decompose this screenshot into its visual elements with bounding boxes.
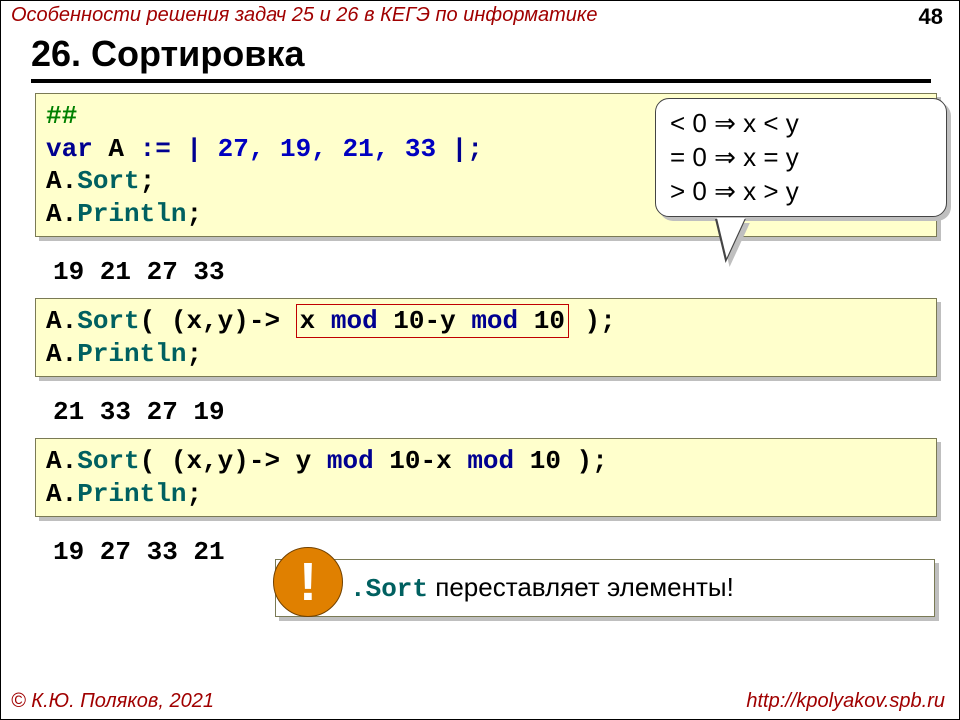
footer-copyright: © К.Ю. Поляков, 2021 (11, 690, 214, 713)
code-text: A. (46, 446, 77, 476)
code-text: A. (46, 306, 77, 336)
footer-url: http://kpolyakov.spb.ru (746, 690, 945, 713)
page-number: 48 (919, 4, 943, 30)
code-text: ; (186, 339, 202, 369)
heading-rule (31, 79, 931, 83)
output-1: 19 21 27 33 (53, 257, 225, 287)
code-text: A. (46, 199, 77, 229)
code-text: Sort (77, 306, 139, 336)
kw-mod: mod (467, 446, 514, 476)
kw-mod: mod (331, 306, 378, 336)
code-text: ## (46, 101, 77, 131)
code-text: ( (x,y)-> (140, 306, 296, 336)
code-text: ; (140, 166, 156, 196)
code-text: ; (186, 199, 202, 229)
kw-mod: mod (327, 446, 374, 476)
kw-var: var (46, 134, 93, 164)
highlight-box: x mod 10-y mod 10 (296, 304, 569, 338)
callout-row: = 0 (670, 142, 714, 172)
output-3: 19 27 33 21 (53, 537, 225, 567)
course-subtitle: Особенности решения задач 25 и 26 в КЕГЭ… (11, 4, 597, 27)
code-text: x (300, 306, 331, 336)
note-code: .Sort (350, 574, 428, 604)
exclamation-icon: ! (273, 547, 343, 617)
note-box: ! .Sort переставляет элементы! (275, 559, 935, 617)
kw-mod: mod (471, 306, 518, 336)
implies-icon: ⇒ (714, 176, 736, 206)
code-text: Println (77, 339, 186, 369)
output-2: 21 33 27 19 (53, 397, 225, 427)
code-text: 10-y (378, 306, 472, 336)
code-text: Sort (77, 166, 139, 196)
callout-row: < 0 (670, 108, 714, 138)
code-text: ; (186, 479, 202, 509)
code-text: 27, 19, 21, 33 (218, 134, 436, 164)
implies-icon: ⇒ (714, 142, 736, 172)
callout-row: x < y (736, 108, 799, 138)
code-text: := | (140, 134, 218, 164)
slide-heading: 26. Сортировка (31, 33, 304, 75)
slide: Особенности решения задач 25 и 26 в КЕГЭ… (0, 0, 960, 720)
code-text: A. (46, 479, 77, 509)
code-text: A. (46, 339, 77, 369)
callout-row: > 0 (670, 176, 714, 206)
code-block-3: A.Sort( (x,y)-> y mod 10-x mod 10 ); A.P… (35, 438, 937, 517)
note-text: переставляет элементы! (428, 572, 734, 602)
code-text: ); (569, 306, 616, 336)
callout-row: x > y (736, 176, 799, 206)
callout-box: < 0 ⇒ x < y = 0 ⇒ x = y > 0 ⇒ x > y (655, 98, 947, 217)
code-text: A (93, 134, 140, 164)
code-text: Println (77, 199, 186, 229)
implies-icon: ⇒ (714, 108, 736, 138)
code-block-2: A.Sort( (x,y)-> x mod 10-y mod 10 ); A.P… (35, 298, 937, 377)
code-text: Sort (77, 446, 139, 476)
callout-row: x = y (736, 142, 799, 172)
code-text: |; (436, 134, 483, 164)
code-text: ( (x,y)-> y (140, 446, 327, 476)
code-text: 10-x (374, 446, 468, 476)
code-text: 10 (518, 306, 565, 336)
code-text: 10 ); (514, 446, 608, 476)
code-text: A. (46, 166, 77, 196)
code-text: Println (77, 479, 186, 509)
